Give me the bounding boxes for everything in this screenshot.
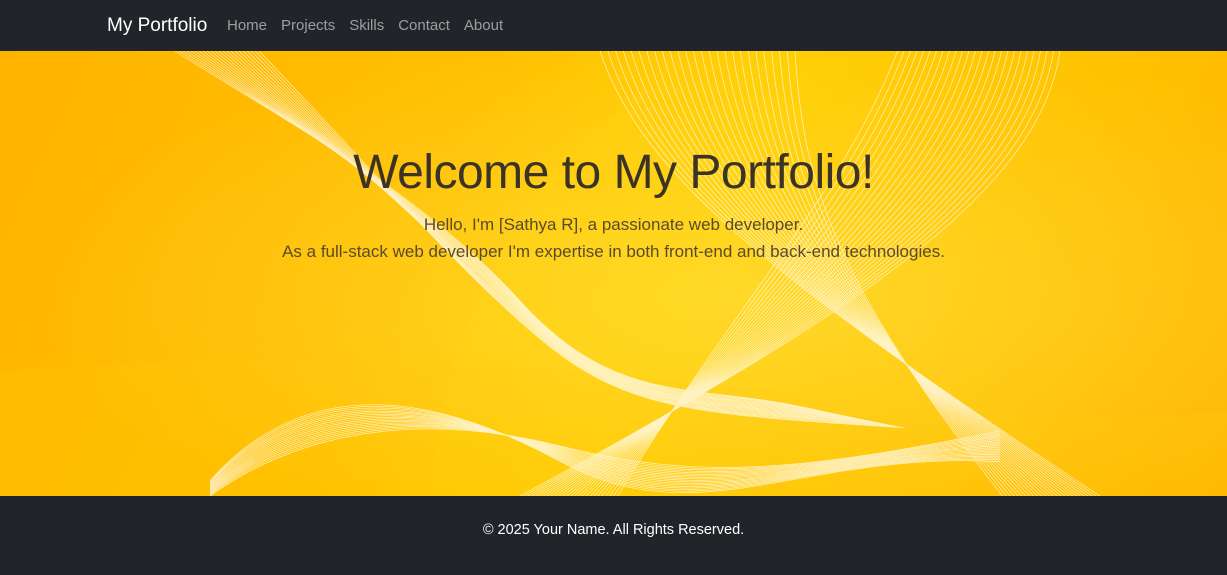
nav-link-about[interactable]: About: [464, 17, 503, 34]
hero-section: Welcome to My Portfolio! Hello, I'm [Sat…: [0, 51, 1227, 496]
nav-link-home[interactable]: Home: [227, 17, 267, 34]
nav-link-projects[interactable]: Projects: [281, 17, 335, 34]
footer: © 2025 Your Name. All Rights Reserved.: [0, 496, 1227, 575]
hero-description-text: As a full-stack web developer I'm expert…: [282, 242, 945, 261]
nav-list: Home Projects Skills Contact About: [227, 16, 517, 36]
nav-link-contact[interactable]: Contact: [398, 17, 450, 34]
navbar: My Portfolio Home Projects Skills Contac…: [0, 0, 1227, 51]
hero-content: Welcome to My Portfolio! Hello, I'm [Sat…: [0, 51, 1227, 496]
hero-intro-text: Hello, I'm [Sathya R], a passionate web …: [423, 215, 804, 234]
footer-copyright: © 2025 Your Name. All Rights Reserved.: [482, 522, 745, 538]
brand-link[interactable]: My Portfolio: [107, 14, 207, 38]
hero-title: Welcome to My Portfolio!: [353, 146, 874, 199]
nav-link-skills[interactable]: Skills: [349, 17, 384, 34]
